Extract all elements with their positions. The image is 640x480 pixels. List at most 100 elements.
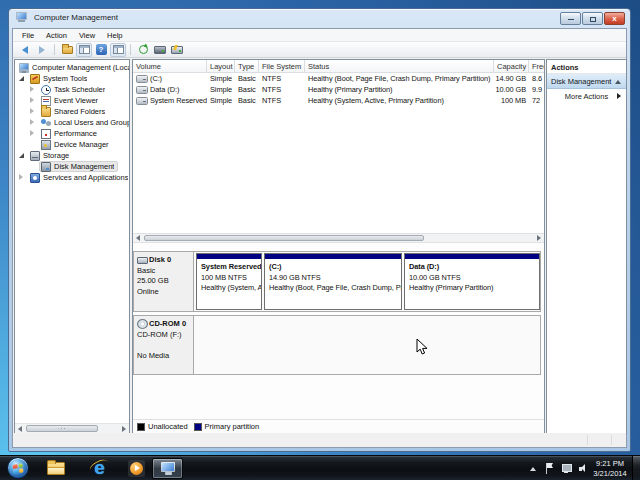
- cell-volume: (C:): [133, 74, 207, 83]
- column-header-volume[interactable]: Volume: [133, 60, 207, 72]
- volume-icon[interactable]: [579, 464, 588, 473]
- scroll-right-button[interactable]: [534, 234, 544, 242]
- tree-item-task-scheduler[interactable]: Task Scheduler: [15, 84, 129, 95]
- disk-header[interactable]: CD-ROM 0CD-ROM (F:) No Media: [134, 316, 194, 374]
- tree-item-computer-management-local[interactable]: Computer Management (Local): [15, 62, 129, 73]
- cell-type: Basic: [235, 96, 259, 105]
- actions-group-disk-management[interactable]: Disk Management: [547, 74, 626, 89]
- scroll-thumb[interactable]: [26, 425, 98, 432]
- volume-list-header[interactable]: VolumeLayoutTypeFile SystemStatusCapacit…: [133, 60, 544, 73]
- tree-item-performance[interactable]: Performance: [15, 128, 129, 139]
- legend-item: Primary partition: [194, 422, 260, 431]
- menu-action[interactable]: Action: [40, 30, 73, 41]
- show-console-tree-icon[interactable]: [76, 43, 92, 57]
- legend-swatch: [194, 423, 202, 431]
- help-icon[interactable]: ?: [93, 43, 109, 57]
- expand-arrow-icon[interactable]: [28, 96, 37, 105]
- legend-item: Unallocated: [137, 422, 188, 431]
- cell-type: Basic: [235, 74, 259, 83]
- scroll-left-button[interactable]: [133, 234, 143, 242]
- cell-fs: NTFS: [259, 85, 305, 94]
- expand-arrow-icon[interactable]: [17, 173, 26, 182]
- collapse-icon: [615, 80, 621, 84]
- tree-item-shared-folders[interactable]: Shared Folders: [15, 106, 129, 117]
- maximize-button[interactable]: [582, 12, 603, 25]
- close-button[interactable]: x: [604, 12, 625, 25]
- disk-action-icon[interactable]: [169, 43, 185, 57]
- partition-data-d[interactable]: Data (D:)10.00 GB NTFSHealthy (Primary P…: [404, 253, 540, 310]
- tree-item-label: Task Scheduler: [54, 85, 105, 94]
- show-action-pane-icon[interactable]: [110, 43, 126, 57]
- volume-row-system-reserved[interactable]: System ReservedSimpleBasicNTFSHealthy (S…: [133, 95, 544, 106]
- menu-view[interactable]: View: [73, 30, 101, 41]
- scroll-left-button[interactable]: [15, 424, 25, 433]
- explorer-taskbar-icon[interactable]: [47, 462, 65, 475]
- menu-file[interactable]: File: [16, 30, 40, 41]
- tree-item-services-and-applications[interactable]: Services and Applications: [15, 172, 129, 183]
- volume-row-data-d[interactable]: Data (D:)SimpleBasicNTFSHealthy (Primary…: [133, 84, 544, 95]
- show-desktop-button[interactable]: [632, 456, 640, 480]
- tree-item-disk-management[interactable]: Disk Management: [15, 161, 129, 172]
- expand-arrow-icon[interactable]: [28, 107, 37, 116]
- collapse-arrow-icon[interactable]: [17, 74, 26, 83]
- column-header-type[interactable]: Type: [235, 60, 259, 72]
- scroll-thumb[interactable]: [144, 235, 424, 241]
- minimize-button[interactable]: [560, 12, 581, 25]
- more-actions-item[interactable]: More Actions: [547, 89, 626, 103]
- tree-horizontal-scrollbar[interactable]: [15, 423, 129, 433]
- internet-explorer-taskbar-icon[interactable]: e: [90, 458, 109, 477]
- volume-horizontal-scrollbar[interactable]: [133, 233, 544, 243]
- tree-item-storage[interactable]: Storage: [15, 150, 129, 161]
- legend-swatch: [137, 423, 145, 431]
- disk-row-disk-0: Disk 0Basic25.00 GBOnlineSystem Reserved…: [133, 251, 541, 312]
- collapse-arrow-icon[interactable]: [17, 151, 26, 160]
- start-button[interactable]: [7, 457, 29, 479]
- tree-item-label: System Tools: [43, 74, 87, 83]
- clock[interactable]: 9:21 PM 3/21/2014: [590, 459, 630, 478]
- computer-management-taskbar-button[interactable]: [152, 458, 183, 479]
- column-header-file-system[interactable]: File System: [259, 60, 305, 72]
- back-icon[interactable]: [17, 43, 33, 57]
- partition-c[interactable]: (C:)14.90 GB NTFSHealthy (Boot, Page Fil…: [264, 253, 402, 310]
- disk-detail: [137, 340, 190, 351]
- cell-capacity: 100 MB: [494, 96, 529, 105]
- expand-arrow-icon[interactable]: [28, 129, 37, 138]
- expand-arrow-icon[interactable]: [28, 85, 37, 94]
- cell-layout: Simple: [207, 74, 235, 83]
- expand-arrow-icon[interactable]: [28, 118, 37, 127]
- disk-detail: CD-ROM (F:): [137, 330, 190, 341]
- menu-help[interactable]: Help: [101, 30, 128, 41]
- forward-icon[interactable]: [34, 43, 50, 57]
- disk-detail: Online: [137, 287, 190, 298]
- task-scheduler-icon: [41, 85, 51, 95]
- network-icon[interactable]: [562, 464, 572, 473]
- device-manager-icon: [41, 140, 51, 150]
- volume-icon: [136, 86, 148, 94]
- column-header-status[interactable]: Status: [305, 60, 494, 72]
- console-tree-pane: Computer Management (Local)System Tools T…: [14, 59, 130, 434]
- partition-system-reserved[interactable]: System Reserved100 MB NTFSHealthy (Syste…: [196, 253, 262, 310]
- disk-header[interactable]: Disk 0Basic25.00 GBOnline: [134, 252, 194, 311]
- tree-item-local-users-and-groups[interactable]: Local Users and Groups: [15, 117, 129, 128]
- tree-item-event-viewer[interactable]: Event Viewer: [15, 95, 129, 106]
- tree-item-system-tools[interactable]: System Tools: [15, 73, 129, 84]
- tree-item-label: Services and Applications: [43, 173, 128, 182]
- scroll-right-button[interactable]: [119, 424, 129, 433]
- refresh-icon[interactable]: [135, 43, 151, 57]
- cell-status: Healthy (Boot, Page File, Crash Dump, Pr…: [305, 74, 494, 83]
- statusbar: [13, 433, 626, 447]
- titlebar[interactable]: Computer Management x: [9, 9, 630, 28]
- disk-icon[interactable]: [152, 43, 168, 57]
- column-header-capacity[interactable]: Capacity: [494, 60, 529, 72]
- disk-detail: 25.00 GB: [137, 276, 190, 287]
- action-center-icon[interactable]: [546, 463, 554, 474]
- show-hidden-icons-button[interactable]: [530, 467, 536, 471]
- volume-row-c[interactable]: (C:)SimpleBasicNTFSHealthy (Boot, Page F…: [133, 73, 544, 84]
- tree-item-device-manager[interactable]: Device Manager: [15, 139, 129, 150]
- computer-management-window: Computer Management x FileActionViewHelp…: [8, 8, 631, 452]
- export-list-icon[interactable]: [59, 43, 75, 57]
- tree-item-label: Storage: [43, 151, 69, 160]
- column-header-free[interactable]: Free: [529, 60, 544, 72]
- column-header-layout[interactable]: Layout: [207, 60, 235, 72]
- media-player-taskbar-icon[interactable]: [128, 460, 145, 477]
